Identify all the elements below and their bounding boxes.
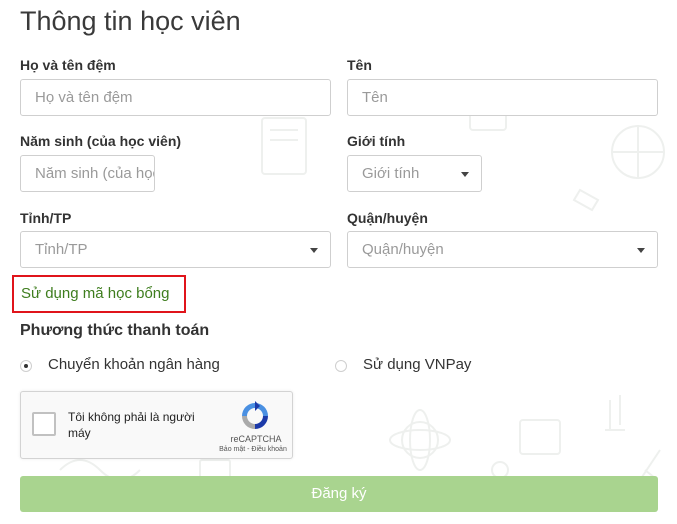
fullname-input[interactable]: Họ và tên đệm	[20, 79, 331, 116]
recaptcha-brand: reCAPTCHA	[230, 434, 282, 444]
chevron-down-icon	[310, 248, 318, 253]
gender-label: Giới tính	[347, 133, 406, 149]
page-title: Thông tin học viên	[20, 6, 241, 36]
district-select-value: Quận/huyện	[362, 241, 444, 258]
province-label: Tỉnh/TP	[20, 210, 72, 226]
recaptcha-logo-icon	[242, 401, 268, 429]
birthyear-input[interactable]: Năm sinh (của học viên)	[20, 155, 155, 192]
district-select[interactable]: Quận/huyện	[347, 231, 658, 268]
recaptcha-checkbox[interactable]	[32, 412, 56, 436]
radio-bank-transfer-label[interactable]: Chuyển khoản ngân hàng	[48, 356, 220, 373]
radio-bank-transfer[interactable]	[20, 360, 32, 372]
register-button[interactable]: Đăng ký	[20, 476, 658, 512]
fullname-label: Họ và tên đệm	[20, 57, 116, 73]
radio-vnpay[interactable]	[335, 360, 347, 372]
scholarship-code-link[interactable]: Sử dụng mã học bổng	[12, 275, 186, 313]
payment-method-title: Phương thức thanh toán	[20, 322, 210, 339]
chevron-down-icon	[461, 172, 469, 177]
radio-vnpay-label[interactable]: Sử dụng VNPay	[363, 356, 471, 373]
gender-select[interactable]: Giới tính	[347, 155, 482, 192]
birthyear-label: Năm sinh (của học viên)	[20, 133, 182, 149]
province-select[interactable]: Tỉnh/TP	[20, 231, 331, 268]
recaptcha-widget: Tôi không phải là người máy reCAPTCHA Bả…	[20, 391, 293, 459]
chevron-down-icon	[637, 248, 645, 253]
district-label: Quận/huyện	[347, 210, 428, 226]
gender-select-value: Giới tính	[362, 165, 420, 182]
province-select-value: Tỉnh/TP	[35, 241, 88, 258]
firstname-input[interactable]: Tên	[347, 79, 658, 116]
recaptcha-privacy-terms-links[interactable]: Bảo mật - Điều khoản	[213, 446, 293, 453]
recaptcha-label: Tôi không phải là người máy	[68, 410, 195, 440]
firstname-label: Tên	[347, 57, 372, 73]
